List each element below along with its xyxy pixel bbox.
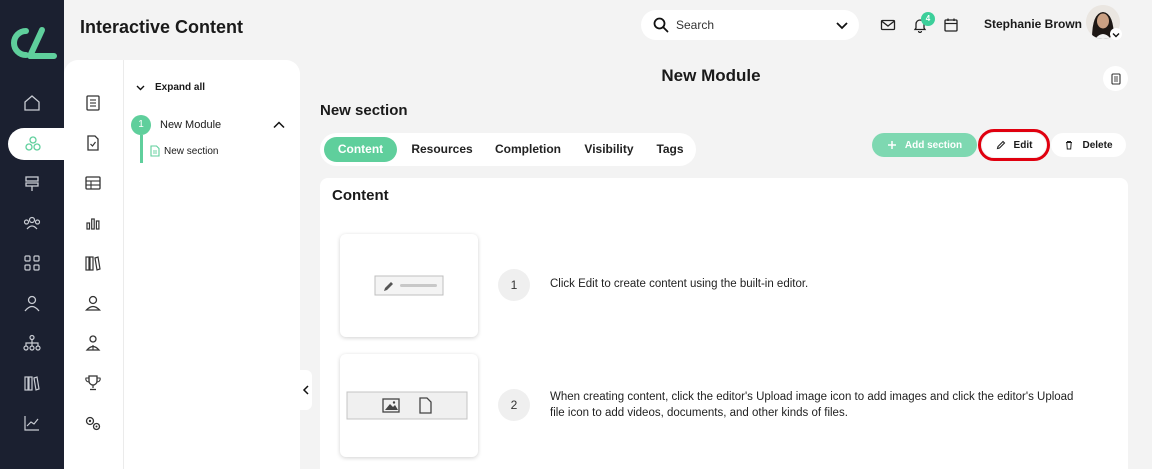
apps-icon[interactable] (20, 251, 44, 275)
tab-tags[interactable]: Tags (648, 137, 692, 162)
library-icon[interactable] (20, 371, 44, 395)
module-number-badge: 1 (131, 115, 151, 135)
content-panel: Content 1 Click Edit to create content u… (320, 178, 1128, 469)
content-icon (25, 136, 41, 151)
upload-toolbar-image (346, 391, 468, 420)
search-box[interactable]: Search (641, 10, 859, 40)
sidebar-item-content[interactable] (8, 128, 66, 160)
org-chart-icon[interactable] (20, 331, 44, 355)
section-tabs: Content Resources Completion Visibility … (320, 133, 696, 166)
tab-visibility[interactable]: Visibility (576, 137, 642, 162)
avatar-chevron[interactable] (1110, 28, 1122, 40)
user-name[interactable]: Stephanie Brown (984, 17, 1082, 31)
chevron-left-icon (302, 385, 309, 395)
book-icon[interactable] (84, 94, 102, 112)
users-icon[interactable] (20, 211, 44, 235)
tab-content[interactable]: Content (324, 137, 397, 162)
user-icon[interactable] (84, 294, 102, 312)
left-navigation-rail (0, 0, 66, 469)
search-input[interactable]: Search (676, 18, 714, 32)
section-title: New section (320, 102, 408, 119)
table-icon[interactable] (84, 174, 102, 192)
add-section-label: Add section (904, 139, 963, 151)
tree-module-item[interactable]: New Module (160, 119, 221, 131)
plus-icon (887, 141, 896, 149)
tree-section-item[interactable]: New section (164, 146, 218, 157)
page-title: New Module (661, 66, 761, 85)
expand-all-toggle[interactable]: Expand all (136, 82, 205, 93)
book-icon (1110, 72, 1121, 85)
module-book-button[interactable] (1103, 66, 1128, 91)
trophy-icon[interactable] (84, 374, 102, 392)
document-check-icon[interactable] (84, 134, 102, 152)
brand-logo-icon[interactable] (8, 26, 58, 60)
delete-label: Delete (1082, 139, 1113, 151)
add-section-button[interactable]: Add section (872, 133, 977, 157)
upload-illustration (340, 354, 478, 457)
settings-gears-icon[interactable] (84, 414, 102, 432)
app-title: Interactive Content (80, 17, 244, 37)
chevron-down-icon (1112, 33, 1120, 38)
chevron-down-icon (136, 85, 145, 91)
content-heading: Content (332, 187, 389, 204)
editor-toolbar-image (374, 275, 444, 296)
collapse-panel-button[interactable] (300, 370, 312, 410)
step-text: When creating content, click the editor'… (550, 391, 1074, 419)
step-text: Click Edit to create content using the b… (550, 278, 809, 290)
tab-resources[interactable]: Resources (404, 137, 480, 162)
step-number: 1 (498, 269, 530, 301)
section-document-icon (150, 145, 160, 157)
chevron-down-icon[interactable] (835, 18, 849, 32)
sign-icon[interactable] (20, 171, 44, 195)
instructor-icon[interactable] (84, 334, 102, 352)
tab-completion[interactable]: Completion (486, 137, 570, 162)
library-icon[interactable] (84, 254, 102, 272)
search-icon (653, 17, 669, 33)
tree-connector (140, 135, 143, 163)
bar-chart-icon[interactable] (84, 214, 102, 232)
trash-icon (1066, 141, 1073, 150)
module-tools-column (64, 60, 124, 469)
home-icon[interactable] (20, 91, 44, 115)
calendar-icon[interactable] (943, 17, 959, 33)
mail-icon[interactable] (880, 17, 896, 33)
expand-all-label: Expand all (155, 82, 206, 93)
analytics-icon[interactable] (20, 411, 44, 435)
chevron-up-icon[interactable] (272, 118, 286, 132)
person-icon[interactable] (20, 291, 44, 315)
step-number: 2 (498, 389, 530, 421)
module-tree-panel: Expand all 1 New Module New section (124, 60, 300, 469)
highlight-ring (978, 129, 1050, 161)
notification-badge: 4 (921, 12, 935, 26)
editor-illustration (340, 234, 478, 337)
delete-button[interactable]: Delete (1051, 133, 1126, 157)
